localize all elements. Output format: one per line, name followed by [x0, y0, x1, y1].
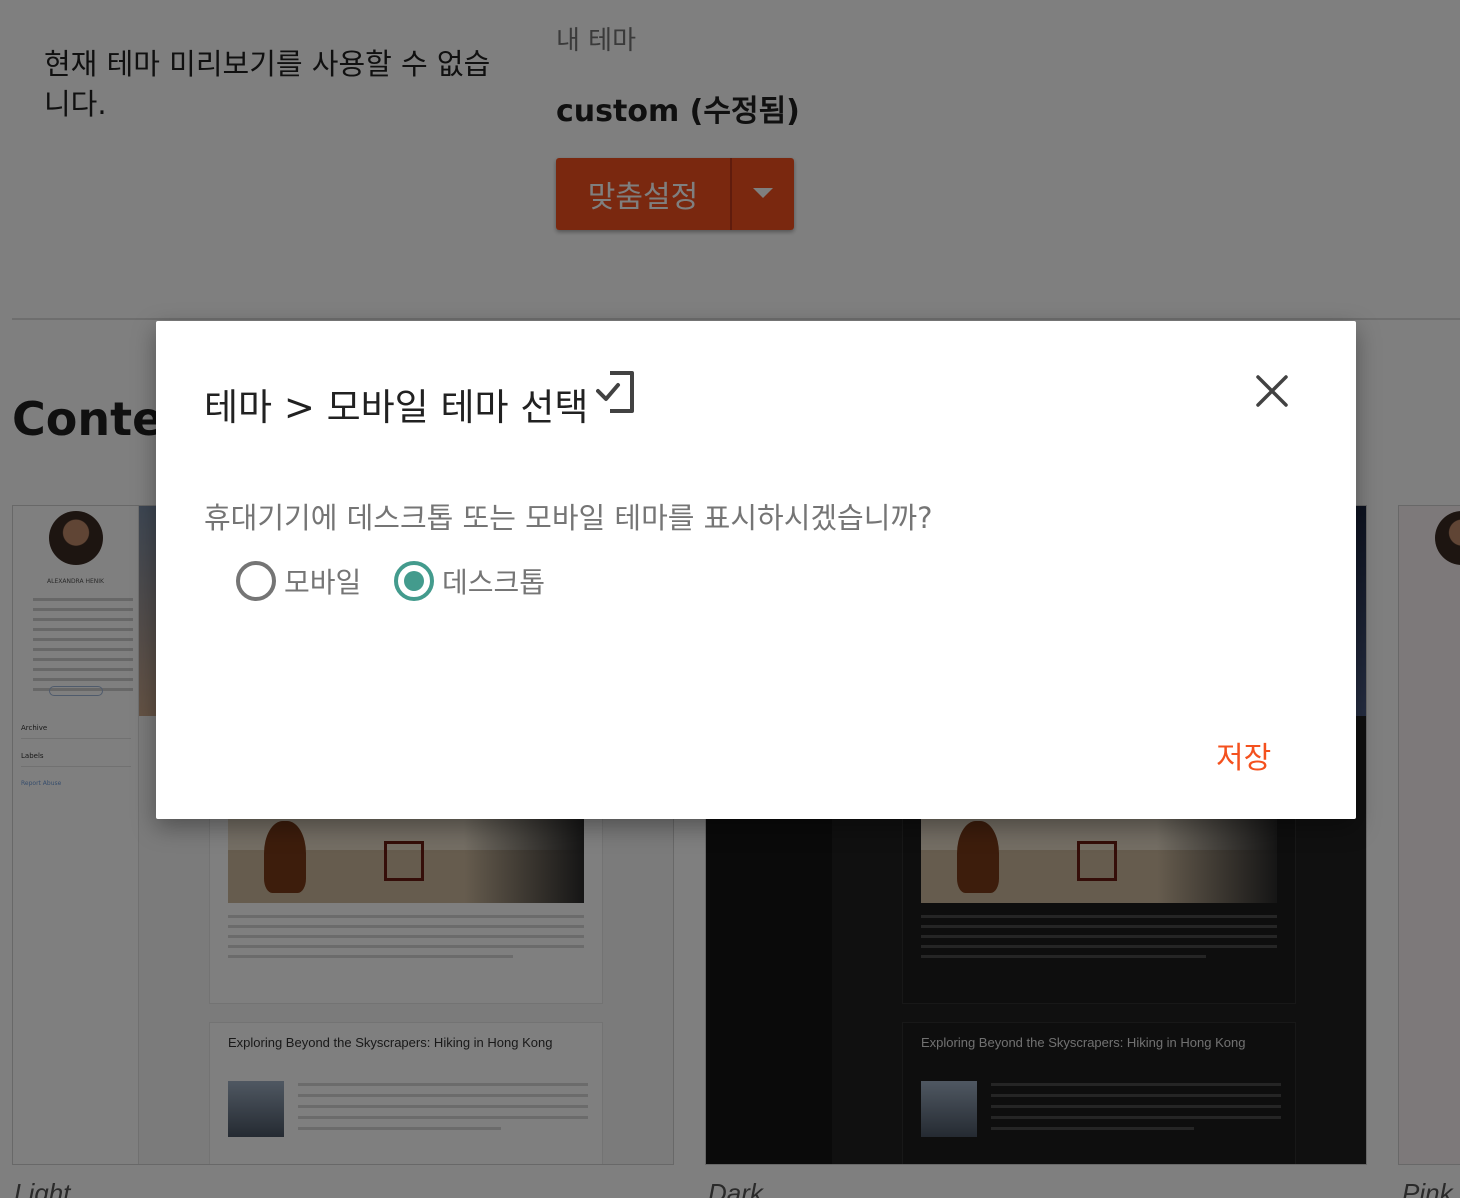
radio-label-mobile: 모바일: [284, 566, 362, 599]
dialog-title: 테마 > 모바일 테마 선택: [204, 386, 589, 429]
dialog-question: 휴대기기에 데스크톱 또는 모바일 테마를 표시하시겠습니까?: [204, 501, 933, 535]
radio-button-desktop[interactable]: [394, 561, 434, 601]
mobile-check-icon: [596, 371, 634, 413]
radio-button-mobile[interactable]: [236, 561, 276, 601]
close-icon[interactable]: [1254, 373, 1290, 409]
save-button[interactable]: 저장: [1216, 733, 1271, 777]
radio-label-desktop: 데스크톱: [442, 566, 546, 599]
mobile-theme-dialog: 테마 > 모바일 테마 선택 휴대기기에 데스크톱 또는 모바일 테마를 표시하…: [156, 321, 1356, 819]
radio-option-mobile[interactable]: 모바일: [236, 561, 361, 601]
radio-option-desktop[interactable]: 데스크톱: [394, 561, 545, 601]
